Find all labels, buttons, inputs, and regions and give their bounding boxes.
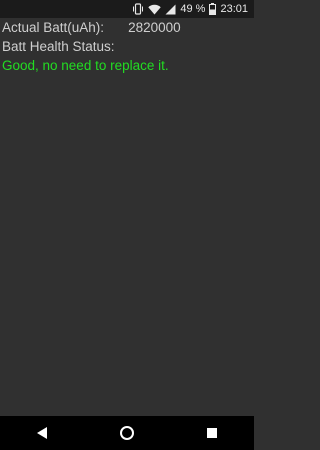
status-bar: 49 % 23:01 [0, 0, 254, 18]
battery-icon [209, 3, 217, 15]
back-button[interactable] [25, 416, 59, 450]
battery-percent: 49 % [180, 3, 206, 15]
wifi-icon [148, 4, 162, 15]
health-status-value: Good, no need to replace it. [2, 58, 169, 73]
home-icon [119, 426, 134, 440]
actual-batt-row: Actual Batt(uAh): 2820000 [0, 18, 254, 37]
signal-icon [165, 4, 176, 15]
screen: 49 % 23:01 Actual Batt(uAh): 2820000 Batt… [0, 0, 254, 450]
actual-batt-value: 2820000 [128, 20, 181, 35]
status-time: 23:01 [220, 3, 248, 15]
vibrate-icon [132, 3, 144, 15]
actual-batt-label: Actual Batt(uAh): [2, 20, 105, 35]
navigation-bar [0, 416, 254, 450]
recents-icon [206, 428, 217, 438]
recents-button[interactable] [195, 416, 229, 450]
back-icon [37, 427, 48, 439]
health-label: Batt Health Status: [2, 39, 115, 54]
home-button[interactable] [110, 416, 144, 450]
battery-info-panel: Actual Batt(uAh): 2820000 Batt Health Sta… [0, 18, 254, 416]
